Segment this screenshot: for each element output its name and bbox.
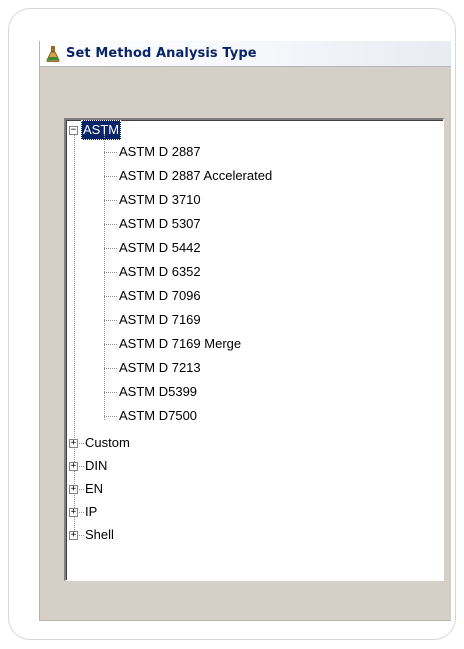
tree-node-label: ASTM D5399	[119, 384, 198, 399]
window-title: Set Method Analysis Type	[66, 46, 257, 61]
tree-branch-line	[104, 248, 117, 249]
tree-branch-line	[79, 535, 84, 536]
tree-node-label: ASTM D 5307	[119, 216, 201, 231]
tree-root-guide-line	[74, 135, 75, 538]
tree-node-label: IP	[85, 504, 98, 519]
tree-node-label: ASTM	[81, 120, 122, 140]
tree-branch-line	[104, 272, 117, 273]
tree-branch-line	[104, 368, 117, 369]
tree-node-label: Custom	[85, 435, 130, 450]
expand-icon[interactable]: +	[69, 439, 78, 448]
tree-branch-line	[79, 443, 84, 444]
flask-icon	[46, 45, 60, 62]
tree-branch-line	[104, 320, 117, 321]
tree-branch-line	[104, 152, 117, 153]
tree-branch-line	[104, 176, 117, 177]
expand-icon[interactable]: +	[69, 462, 78, 471]
title-bar[interactable]: Set Method Analysis Type	[40, 41, 451, 67]
tree-node-label: Shell	[85, 527, 114, 542]
tree-branch-line	[104, 344, 117, 345]
dialog-window: Set Method Analysis Type − ASTM ASTM D 2…	[39, 41, 451, 621]
tree-node-label: ASTM D 7169 Merge	[119, 336, 242, 351]
tree-node-label: ASTM D 6352	[119, 264, 201, 279]
tree-node-label: DIN	[85, 458, 108, 473]
tree-node-label: ASTM D 7169	[119, 312, 201, 327]
screenshot-frame: Set Method Analysis Type − ASTM ASTM D 2…	[8, 8, 456, 640]
expand-icon[interactable]: +	[69, 531, 78, 540]
tree-branch-line	[79, 512, 84, 513]
tree-node-label: ASTM D 3710	[119, 192, 201, 207]
tree-branch-line	[104, 224, 117, 225]
tree-node-label: ASTM D 5442	[119, 240, 201, 255]
tree-node-label: ASTM D 7213	[119, 360, 201, 375]
tree-node-label: ASTM D7500	[119, 408, 198, 423]
tree-branch-line	[104, 392, 117, 393]
tree-branch-line	[104, 200, 117, 201]
analysis-type-tree[interactable]: − ASTM ASTM D 2887 ASTM D 2887 Accelerate…	[64, 118, 444, 581]
tree-branch-line	[104, 296, 117, 297]
collapse-icon[interactable]: −	[69, 126, 78, 135]
tree-branch-line	[79, 466, 84, 467]
expand-icon[interactable]: +	[69, 485, 78, 494]
tree-node-label: ASTM D 7096	[119, 288, 201, 303]
tree-node-label: ASTM D 2887 Accelerated	[119, 168, 273, 183]
tree-branch-line	[79, 489, 84, 490]
tree-branch-line	[104, 416, 117, 417]
tree-node-label: EN	[85, 481, 104, 496]
tree-node-label: ASTM D 2887	[119, 144, 201, 159]
expand-icon[interactable]: +	[69, 508, 78, 517]
